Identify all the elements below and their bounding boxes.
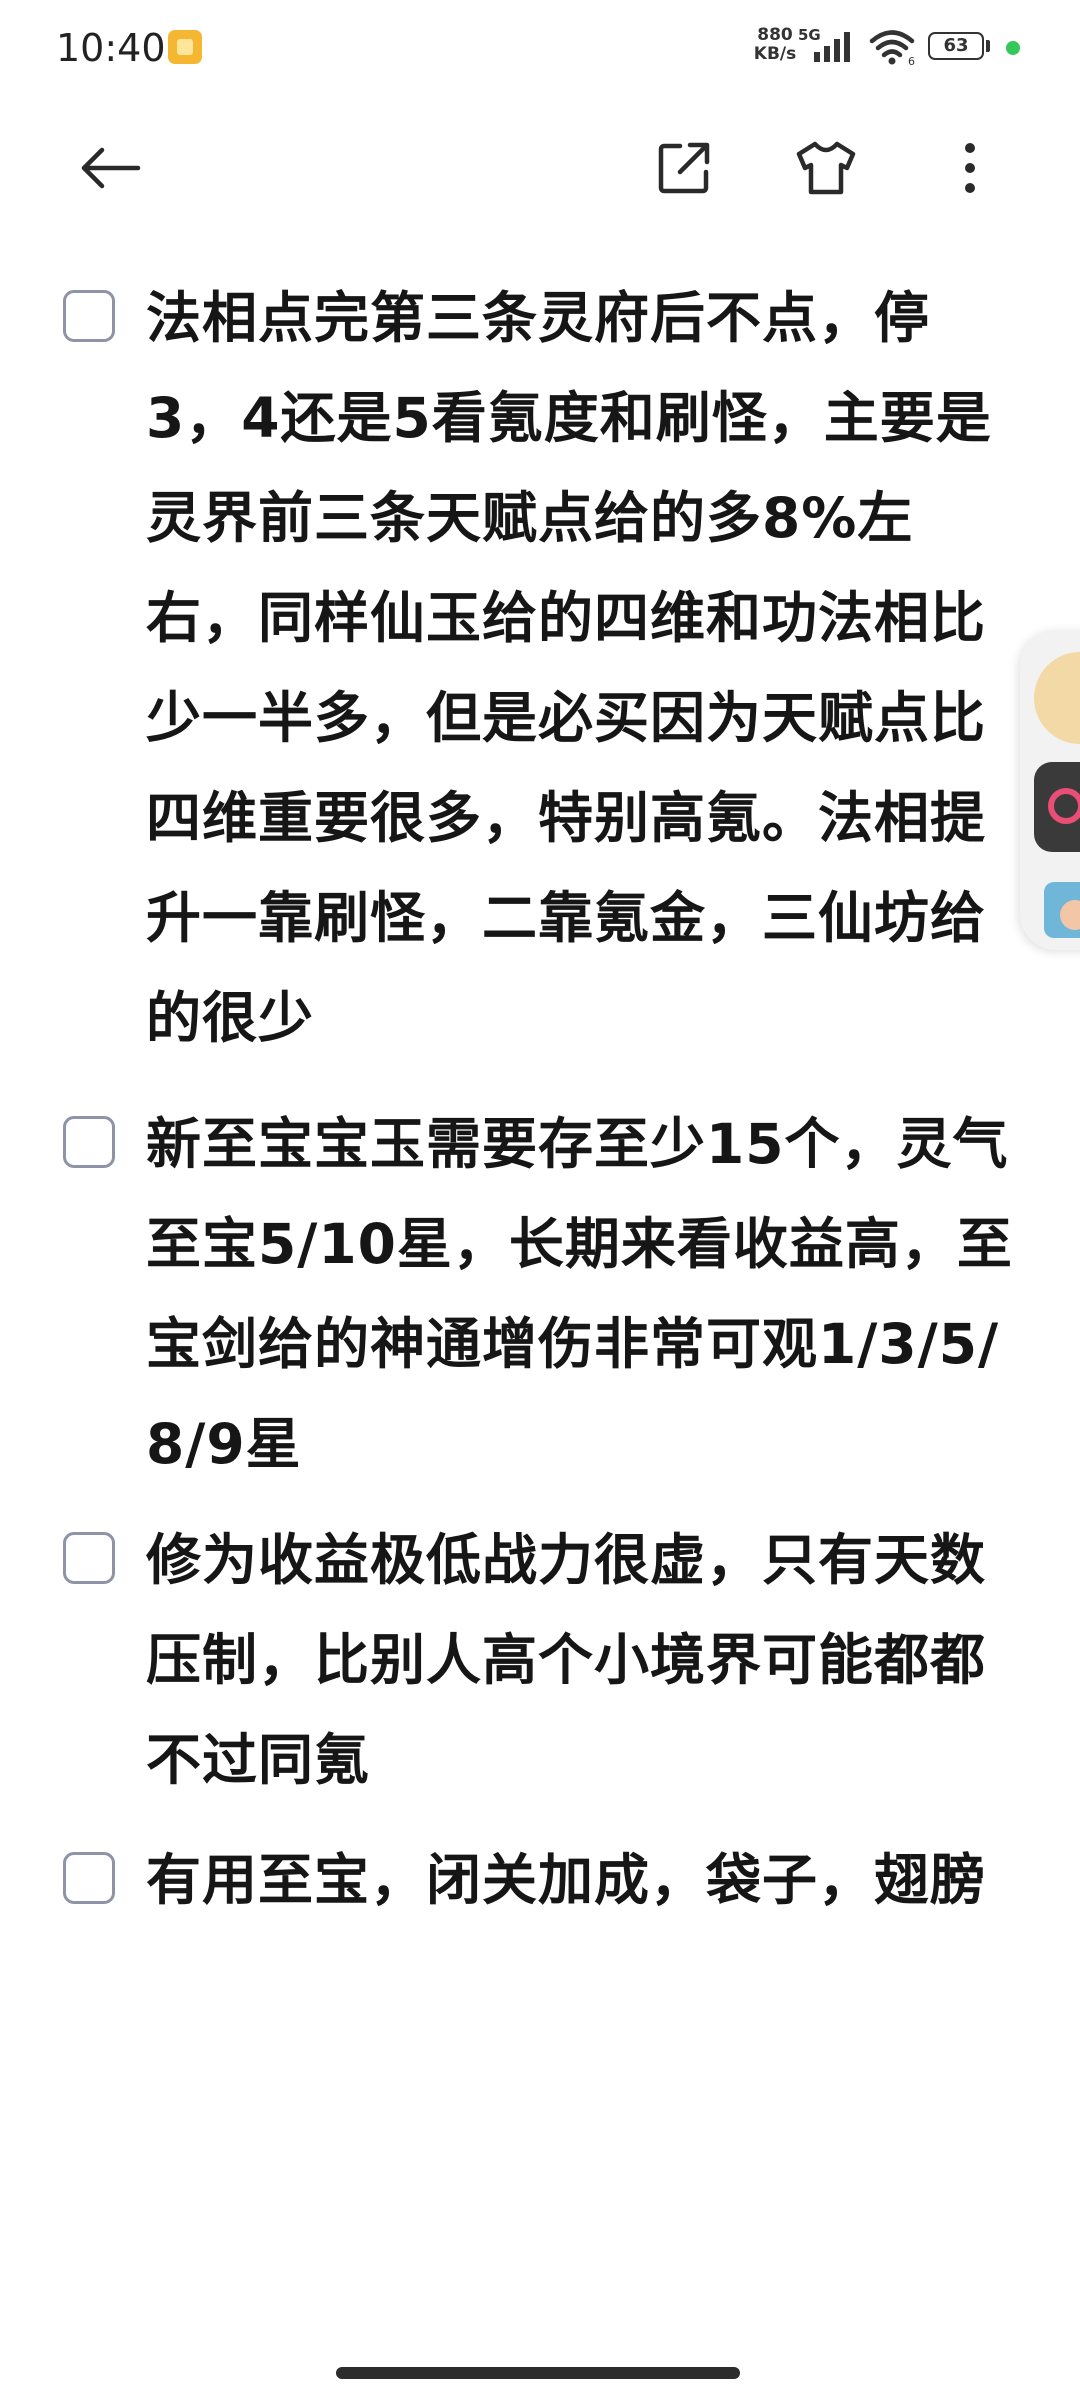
battery-tip [986,40,990,52]
tshirt-icon [796,141,856,195]
battery-indicator: 63 [928,32,984,60]
checklist-item-text[interactable]: 法相点完第三条灵府后不点，停3，4还是5看氪度和刷怪，主要是灵界前三条天赋点给的… [146,268,1016,1068]
notification-app-icon [168,30,202,64]
network-speed: 880 KB/s [748,26,802,64]
checklist-item-text[interactable]: 新至宝宝玉需要存至少15个，灵气至宝5/10星，长期来看收益高，至宝剑给的神通增… [146,1094,1016,1494]
network-speed-value: 880 [757,25,793,45]
floating-app-icon[interactable] [1034,762,1080,852]
share-external-icon [658,142,710,194]
back-button[interactable] [60,118,160,218]
vertical-dots-icon [965,143,975,193]
more-options-button[interactable] [920,118,1020,218]
checkbox[interactable] [63,290,115,342]
network-speed-unit: KB/s [753,44,797,64]
checklist-item-text[interactable]: 修为收益极低战力很虚，只有天数压制，比别人高个小境界可能都都不过同氪 [146,1510,1016,1810]
checkbox[interactable] [63,1532,115,1584]
signal-strength-icon [814,32,850,62]
checklist-item-text[interactable]: 有用至宝，闭关加成，袋子，翅膀 [146,1830,1016,1930]
home-indicator[interactable] [336,2367,740,2379]
checkbox[interactable] [63,1116,115,1168]
wifi-icon: 6 [869,30,915,66]
svg-text:6: 6 [908,55,915,66]
share-button[interactable] [634,118,734,218]
status-bar: 10:40 880 KB/s 5G 6 63 [0,0,1080,96]
floating-tool-icon[interactable] [1044,882,1080,938]
status-time: 10:40 [56,26,166,70]
privacy-indicator-dot [1006,41,1020,55]
arrow-left-icon [81,147,141,189]
theme-button[interactable] [776,118,876,218]
checkbox[interactable] [63,1852,115,1904]
note-toolbar [0,118,1080,218]
